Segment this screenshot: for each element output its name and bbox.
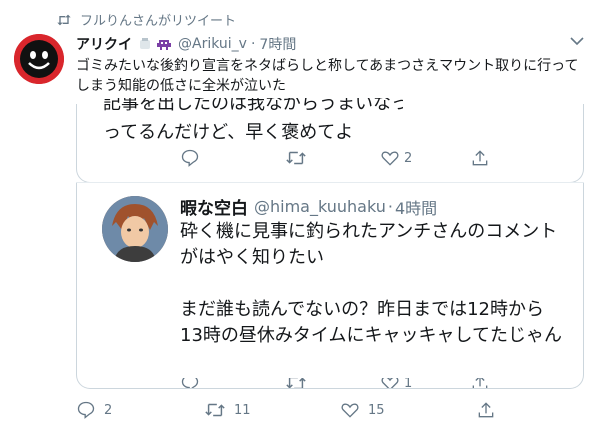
share-icon [478, 402, 494, 418]
like-button[interactable]: 1 [380, 378, 470, 388]
retweet-count: 11 [234, 402, 251, 418]
milk-emoji-icon [140, 38, 150, 49]
quote2-timestamp[interactable]: 4時間 [395, 195, 437, 219]
heart-icon [381, 151, 399, 166]
heart-icon [341, 403, 359, 418]
retweet-button[interactable] [285, 378, 380, 388]
quote2-display-name[interactable]: 暇な空白 [180, 194, 248, 219]
share-icon [472, 150, 488, 166]
quoted-tweet-clipped-line: 記事を出したのは我ながらうまいなって思 [103, 98, 403, 114]
separator-dot: · [387, 197, 393, 216]
quote2-handle[interactable]: @hima_kuuhaku [254, 197, 386, 216]
user-handle[interactable]: @Arikui_v [178, 36, 247, 52]
like-button[interactable]: 15 [340, 400, 476, 420]
like-count: 2 [404, 150, 413, 166]
quote1-actions: 2 [180, 148, 510, 168]
share-button[interactable] [470, 378, 490, 388]
retweet-icon [57, 14, 71, 25]
reply-icon [77, 401, 95, 419]
avatar[interactable] [14, 34, 64, 84]
quote2-actions: 1 [180, 378, 510, 388]
name-emoji-badges [138, 37, 172, 51]
retweet-button[interactable]: 11 [204, 400, 340, 420]
quote2-text: 砕く機に見事に釣られたアンチさんのコメントがはやく知りたい まだ誰も読んでないの… [180, 221, 563, 346]
reply-button[interactable] [180, 148, 285, 168]
quote2-header: 暇な空白 @hima_kuuhaku · 4時間 [180, 194, 437, 219]
share-icon [472, 378, 488, 388]
heart-icon [381, 378, 399, 388]
quote2-avatar[interactable] [102, 196, 168, 262]
retweet-icon [286, 378, 306, 388]
retweet-label[interactable]: フルりんさんがリツイート [80, 10, 236, 29]
reply-button[interactable] [180, 378, 285, 388]
quoted-tweet-text: ってるんだけど、早く褒めてよ [103, 122, 354, 143]
tweet-header: アリクイ @Arikui_v · 7時間 [76, 34, 586, 54]
divider [76, 182, 584, 183]
reply-count: 2 [104, 402, 113, 418]
tweet-text: ゴミみたいな後釣り宣言をネタばらしと称してあまつさえマウント取りに行ってしまう知… [76, 58, 579, 94]
like-count: 15 [368, 402, 385, 418]
retweet-icon [205, 403, 225, 417]
like-button[interactable]: 2 [380, 148, 470, 168]
reply-button[interactable]: 2 [76, 400, 204, 420]
separator-dot: · [250, 36, 256, 52]
reply-icon [181, 378, 199, 388]
retweet-context: フルりんさんがリツイート [56, 10, 236, 29]
share-button[interactable] [470, 148, 490, 168]
display-name[interactable]: アリクイ [76, 34, 132, 54]
chevron-down-icon[interactable] [570, 36, 584, 46]
alien-monster-icon [157, 40, 171, 50]
retweet-icon [286, 151, 306, 165]
retweet-button[interactable] [285, 148, 380, 168]
tweet-actions: 2 11 15 [76, 400, 516, 420]
share-button[interactable] [476, 400, 496, 420]
reply-icon [181, 149, 199, 167]
like-count: 1 [404, 378, 413, 388]
timestamp[interactable]: 7時間 [259, 34, 296, 54]
